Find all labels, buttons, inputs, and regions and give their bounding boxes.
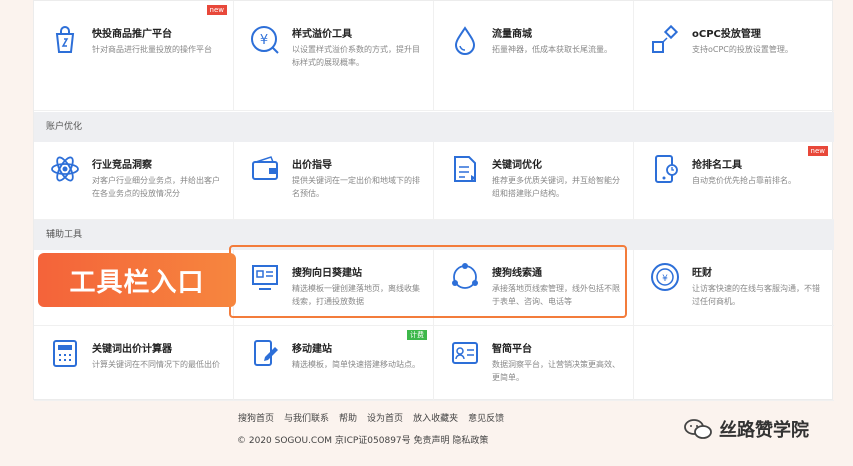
tool-title: 移动建站 <box>292 344 332 355</box>
footer-copyright: © 2020 SOGOU.COM 京ICP证050897号 免责声明 隐私政策 <box>237 436 489 446</box>
edit-icon <box>248 336 282 370</box>
tool-cell-style-bid[interactable]: ¥ 样式溢价工具 以设置样式溢价系数的方式，提升目标样式的展现概率。 <box>234 1 434 111</box>
billing-badge: 计费 <box>407 330 427 340</box>
tool-title: 抢排名工具 <box>692 160 742 171</box>
drop-icon <box>448 23 482 57</box>
wechat-icon <box>684 419 712 439</box>
tool-title: 旺财 <box>692 268 712 279</box>
tool-desc: 拓量神器，低成本获取长尾流量。 <box>492 45 612 54</box>
tool-cell-rank-tool[interactable]: 抢排名工具 自动竞价优先抢占靠前排名。 new <box>634 142 834 220</box>
svg-text:¥: ¥ <box>260 33 268 48</box>
tool-cell-kuaitou[interactable]: 快投商品推广平台 针对商品进行批量投放的操作平台 new <box>34 1 234 111</box>
tool-desc: 让访客快速的在线与客服沟通，不错过任何商机。 <box>692 284 820 306</box>
tool-desc: 以设置样式溢价系数的方式，提升目标样式的展现概率。 <box>292 45 420 67</box>
tool-desc: 支持oCPC的投放设置管理。 <box>692 45 793 54</box>
footer-link-home[interactable]: 搜狗首页 <box>238 411 274 424</box>
wallet-icon <box>248 152 282 186</box>
new-badge: new <box>206 5 227 15</box>
tool-row: 行业竞品洞察 对客户行业细分业务点，并给出客户在各业务点的投放情况分 出价指导 … <box>34 142 834 220</box>
tool-title: 流量商城 <box>492 29 532 40</box>
watermark: 丝路赞学院 <box>683 416 809 442</box>
tool-cell-wangcai[interactable]: ¥ 旺财 让访客快速的在线与客服沟通，不错过任何商机。 <box>634 250 834 326</box>
tool-desc: 对客户行业细分业务点，并给出客户在各业务点的投放情况分 <box>92 176 220 198</box>
phone-icon <box>648 152 682 186</box>
toolbar-entry-banner: 工具栏入口 <box>38 253 236 307</box>
tool-desc: 提供关键词在一定出价和地域下的排名预估。 <box>292 176 420 198</box>
bag-icon <box>48 23 82 57</box>
tool-desc: 自动竞价优先抢占靠前排名。 <box>692 176 796 185</box>
tool-cell-liuliang[interactable]: 流量商城 拓量神器，低成本获取长尾流量。 <box>434 1 634 111</box>
calculator-icon <box>48 336 82 370</box>
footer-links: 搜狗首页 与我们联系 帮助 设为首页 放入收藏夹 意见反馈 <box>238 411 504 424</box>
tool-title: 行业竞品洞察 <box>92 160 152 171</box>
tool-desc: 推荐更多优质关键词，并互给智能分组和搭建账户结构。 <box>492 176 620 198</box>
tool-title: 关键词出价计算器 <box>92 344 172 355</box>
document-icon <box>448 152 482 186</box>
tool-cell-zhijian[interactable]: 智简平台 数据洞察平台，让营销决策更高效、更简单。 <box>434 326 634 401</box>
section-account-optimization: 账户优化 <box>34 112 834 142</box>
footer-link-help[interactable]: 帮助 <box>339 411 357 424</box>
tool-cell-keyword-opt[interactable]: 关键词优化 推荐更多优质关键词，并互给智能分组和搭建账户结构。 <box>434 142 634 220</box>
svg-text:¥: ¥ <box>662 274 668 284</box>
tool-cell-ocpc[interactable]: oCPC投放管理 支持oCPC的投放设置管理。 <box>634 1 834 111</box>
tool-desc: 针对商品进行批量投放的操作平台 <box>92 45 212 54</box>
tool-cell-industry[interactable]: 行业竞品洞察 对客户行业细分业务点，并给出客户在各业务点的投放情况分 <box>34 142 234 220</box>
tool-desc: 精选模板，简单快速搭建移动站点。 <box>292 360 420 369</box>
tool-title: 出价指导 <box>292 160 332 171</box>
tool-title: 快投商品推广平台 <box>92 29 172 40</box>
empty-cell <box>634 326 834 401</box>
watermark-text: 丝路赞学院 <box>719 420 809 441</box>
tool-title: 关键词优化 <box>492 160 542 171</box>
ocpc-icon <box>648 23 682 57</box>
tool-panel: 快投商品推广平台 针对商品进行批量投放的操作平台 new ¥ 样式溢价工具 以设… <box>33 0 834 401</box>
highlight-frame <box>229 245 627 318</box>
footer-link-contact[interactable]: 与我们联系 <box>284 411 329 424</box>
footer-link-bookmark[interactable]: 放入收藏夹 <box>413 411 458 424</box>
yen-icon: ¥ <box>248 23 282 57</box>
tool-title: 智简平台 <box>492 344 532 355</box>
tool-title: 样式溢价工具 <box>292 29 352 40</box>
coin-icon: ¥ <box>648 260 682 294</box>
tool-row: 关键词出价计算器 计算关键词在不同情况下的最低出价 移动建站 精选模板，简单快速… <box>34 326 834 401</box>
tool-title: oCPC投放管理 <box>692 29 761 40</box>
footer-link-feedback[interactable]: 意见反馈 <box>468 411 504 424</box>
tool-row: 快投商品推广平台 针对商品进行批量投放的操作平台 new ¥ 样式溢价工具 以设… <box>34 1 834 111</box>
idcard-icon <box>448 336 482 370</box>
tool-cell-bid-guide[interactable]: 出价指导 提供关键词在一定出价和地域下的排名预估。 <box>234 142 434 220</box>
footer-link-set-home[interactable]: 设为首页 <box>367 411 403 424</box>
new-badge: new <box>807 146 828 156</box>
tool-cell-mobile-site[interactable]: 移动建站 精选模板，简单快速搭建移动站点。 计费 <box>234 326 434 401</box>
tool-desc: 数据洞察平台，让营销决策更高效、更简单。 <box>492 360 620 382</box>
tool-desc: 计算关键词在不同情况下的最低出价 <box>92 360 220 369</box>
atom-icon <box>48 152 82 186</box>
tool-cell-calculator[interactable]: 关键词出价计算器 计算关键词在不同情况下的最低出价 <box>34 326 234 401</box>
